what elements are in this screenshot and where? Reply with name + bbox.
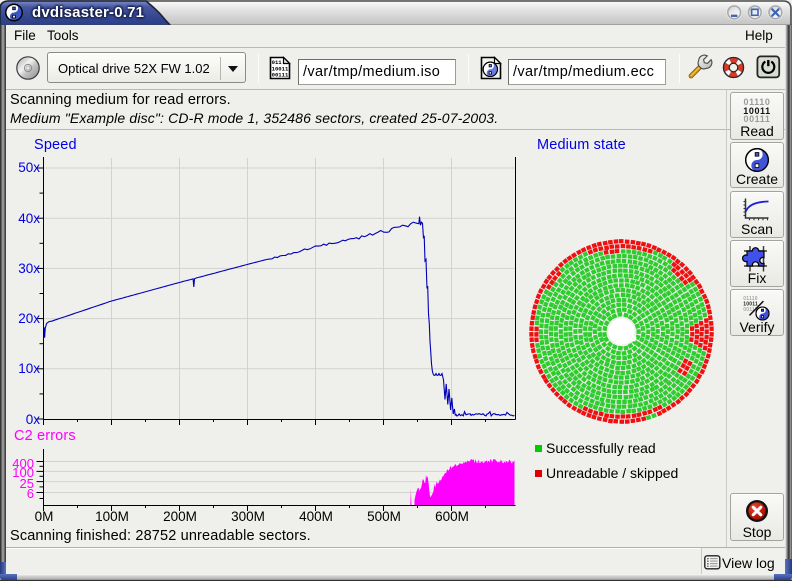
svg-text:00111: 00111: [272, 72, 289, 79]
